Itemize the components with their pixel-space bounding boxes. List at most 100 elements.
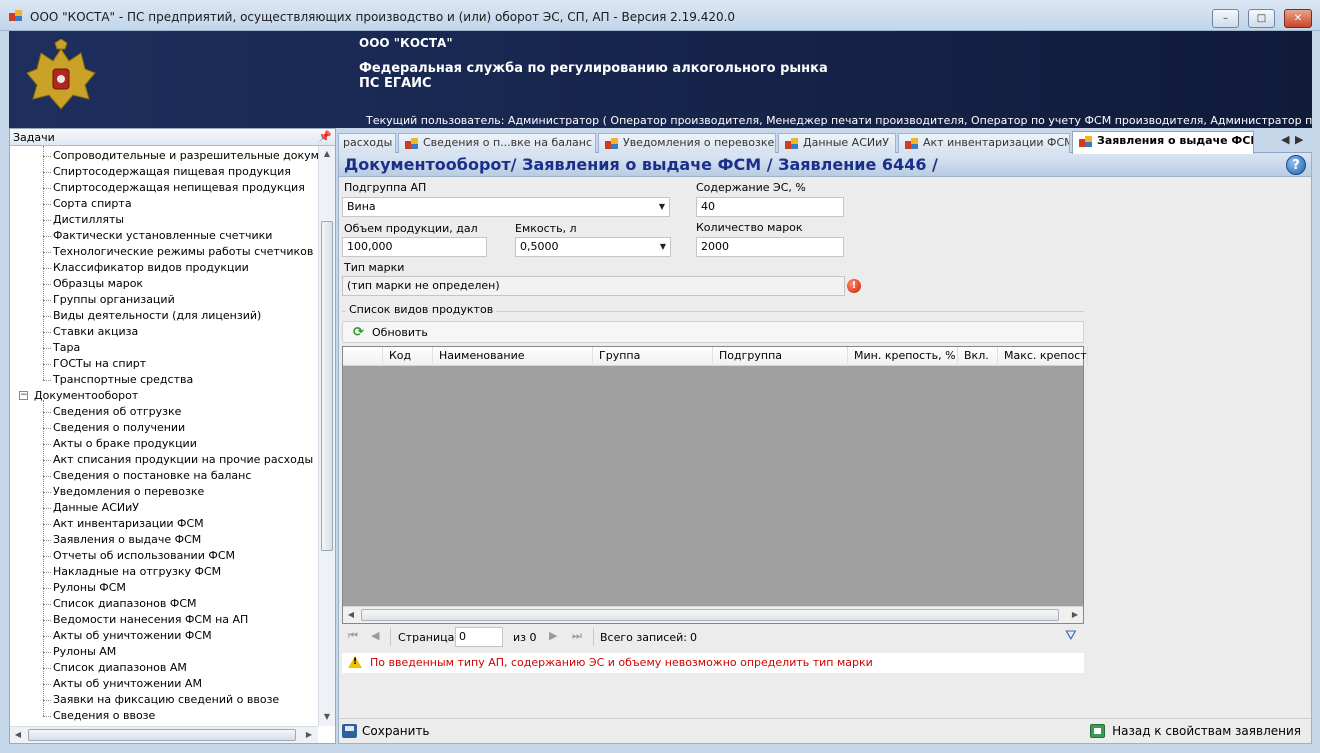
tree-item[interactable]: Список диапазонов АМ <box>53 660 187 676</box>
tree-item[interactable]: Сведения о постановке на баланс <box>53 468 251 484</box>
tree-item[interactable]: Сведения о получении <box>53 420 185 436</box>
tree-item[interactable]: Ставки акциза <box>53 324 138 340</box>
tree-item[interactable]: Накладные на отгрузку ФСМ <box>53 564 221 580</box>
tree-item[interactable]: Данные АСИиУ <box>53 500 139 516</box>
tree-connector <box>43 652 51 653</box>
scroll-thumb[interactable] <box>28 729 296 741</box>
maximize-button[interactable]: □ <box>1248 9 1275 28</box>
tab-prev-icon[interactable]: ◀ <box>1281 133 1289 146</box>
tab-label: Акт инвентаризации ФСМ <box>923 136 1070 149</box>
scroll-left-icon[interactable]: ◀ <box>343 607 359 623</box>
save-button[interactable]: Сохранить <box>342 721 430 741</box>
document-panel: Документооборот/ Заявления о выдаче ФСМ … <box>338 153 1312 744</box>
tab-active[interactable]: Заявления о выдаче ФСМ <box>1072 131 1254 154</box>
tab[interactable]: Данные АСИиУ <box>778 133 896 153</box>
tree-item[interactable]: Спиртосодержащая непищевая продукция <box>53 180 305 196</box>
subgroup-select[interactable]: Вина ▼ <box>342 197 670 217</box>
back-button[interactable]: Назад к свойствам заявления <box>1090 721 1301 741</box>
tree-item[interactable]: Список диапазонов ФСМ <box>53 596 197 612</box>
help-icon[interactable]: ? <box>1286 155 1306 175</box>
tab[interactable]: Сведения о п...вке на баланс <box>398 133 596 153</box>
scroll-right-icon[interactable]: ▶ <box>1067 607 1083 623</box>
back-label: Назад к свойствам заявления <box>1112 724 1301 738</box>
minimize-button[interactable]: – <box>1212 9 1239 28</box>
tree-item[interactable]: Фактически установленные счетчики <box>53 228 272 244</box>
pager-separator <box>390 628 391 646</box>
scroll-right-icon[interactable]: ▶ <box>301 727 317 743</box>
column-header[interactable]: Мин. крепость, % <box>848 347 958 366</box>
filter-icon[interactable]: ⛛ <box>1065 628 1077 644</box>
tree-item[interactable]: Акты об уничтожении ФСМ <box>53 628 212 644</box>
document-icon <box>905 138 918 149</box>
page-of-label: из 0 <box>513 631 537 644</box>
tree-item[interactable]: Сведения об отгрузке <box>53 404 181 420</box>
tree-item[interactable]: Рулоны АМ <box>53 644 116 660</box>
tree-item[interactable]: Уведомления о перевозке <box>53 484 204 500</box>
page-title: Документооборот/ Заявления о выдаче ФСМ … <box>344 155 938 174</box>
tab-next-icon[interactable]: ▶ <box>1295 133 1303 146</box>
pin-icon[interactable]: 📌 <box>318 130 332 143</box>
tree-item[interactable]: Акт списания продукции на прочие расходы <box>53 452 313 468</box>
tree-item[interactable]: Акт инвентаризации ФСМ <box>53 516 204 532</box>
tree-item[interactable]: Отчеты об использовании ФСМ <box>53 548 235 564</box>
tree-vertical-scrollbar[interactable]: ▲ ▼ <box>318 146 335 726</box>
close-button[interactable]: ✕ <box>1284 9 1312 28</box>
scroll-up-icon[interactable]: ▲ <box>319 146 335 162</box>
tree-item[interactable]: Образцы марок <box>53 276 143 292</box>
scroll-thumb[interactable] <box>361 609 1059 621</box>
tree-item[interactable]: Заявления о выдаче ФСМ <box>53 532 201 548</box>
prev-page-icon[interactable]: ◀ <box>371 629 379 642</box>
tree-item[interactable]: Транспортные средства <box>53 372 193 388</box>
current-user: Текущий пользователь: Администратор ( Оп… <box>366 114 1312 127</box>
refresh-button[interactable]: Обновить <box>372 326 428 339</box>
capacity-select[interactable]: 0,5000 ▼ <box>515 237 671 257</box>
column-header[interactable]: Наименование <box>433 347 593 366</box>
tree-item[interactable]: Акты об уничтожении АМ <box>53 676 202 692</box>
tree-item[interactable]: Технологические режимы работы счетчиков <box>53 244 313 260</box>
tab[interactable]: Уведомления о перевозке <box>598 133 776 153</box>
tree-item[interactable]: Спиртосодержащая пищевая продукция <box>53 164 291 180</box>
scroll-left-icon[interactable]: ◀ <box>10 727 26 743</box>
tree-item[interactable]: Сведения о ввозе <box>53 708 155 724</box>
tab[interactable]: расходы <box>338 133 396 153</box>
tree-item[interactable]: Заявки на фиксацию сведений о ввозе <box>53 692 279 708</box>
tree-item[interactable]: Виды деятельности (для лицензий) <box>53 308 261 324</box>
tree-connector <box>43 204 51 205</box>
es-content-field[interactable]: 40 <box>696 197 844 217</box>
volume-field[interactable]: 100,000 <box>342 237 487 257</box>
grid-pager: ⏮ ◀ Страница 0 из 0 ▶ ⏭ Всего записей: 0… <box>342 626 1084 648</box>
scroll-thumb[interactable] <box>321 221 333 551</box>
column-header[interactable]: Подгруппа <box>713 347 848 366</box>
tree-item[interactable]: ГОСТы на спирт <box>53 356 146 372</box>
tree-item[interactable]: Акты о браке продукции <box>53 436 197 452</box>
tree-group-documents[interactable]: Документооборот <box>34 388 138 404</box>
tree-item[interactable]: Тара <box>53 340 80 356</box>
tree-item[interactable]: Рулоны ФСМ <box>53 580 126 596</box>
first-page-icon[interactable]: ⏮ <box>348 629 358 643</box>
scroll-down-icon[interactable]: ▼ <box>319 709 335 725</box>
tree-item[interactable]: Ведомости нанесения ФСМ на АП <box>53 612 248 628</box>
column-header[interactable]: Вкл. <box>958 347 998 366</box>
window-title: ООО "КОСТА" - ПС предприятий, осуществля… <box>30 10 736 24</box>
refresh-icon[interactable]: ⟳ <box>353 325 364 340</box>
document-icon <box>1079 136 1092 147</box>
tree-connector <box>43 508 51 509</box>
tree-item[interactable]: Классификатор видов продукции <box>53 260 249 276</box>
tree-item[interactable]: Группы организаций <box>53 292 175 308</box>
last-page-icon[interactable]: ⏭ <box>572 629 582 643</box>
pager-separator <box>593 628 594 646</box>
collapse-icon[interactable]: − <box>19 391 28 400</box>
tree-item[interactable]: Сорта спирта <box>53 196 132 212</box>
tree-horizontal-scrollbar[interactable]: ◀ ▶ <box>10 726 318 743</box>
grid-horizontal-scrollbar[interactable]: ◀ ▶ <box>343 606 1083 623</box>
column-header[interactable]: Группа <box>593 347 713 366</box>
marks-count-field[interactable]: 2000 <box>696 237 844 257</box>
next-page-icon[interactable]: ▶ <box>549 629 557 642</box>
column-header[interactable]: Макс. крепость <box>998 347 1088 366</box>
tree-item[interactable]: Дистилляты <box>53 212 124 228</box>
page-input[interactable]: 0 <box>455 627 503 647</box>
volume-label: Объем продукции, дал <box>344 222 478 235</box>
column-header[interactable]: Код <box>383 347 433 366</box>
tab[interactable]: Акт инвентаризации ФСМ <box>898 133 1070 153</box>
tree-item[interactable]: Сопроводительные и разрешительные докуме… <box>53 148 318 164</box>
